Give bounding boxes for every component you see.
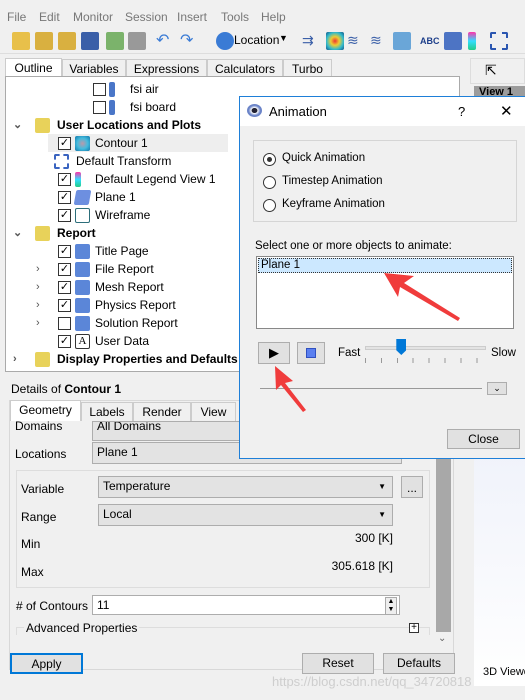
watermark: https://blog.csdn.net/qq_34720818 [272,674,472,689]
annotation-arrows [275,273,460,412]
red-arrow-icon [275,273,460,412]
